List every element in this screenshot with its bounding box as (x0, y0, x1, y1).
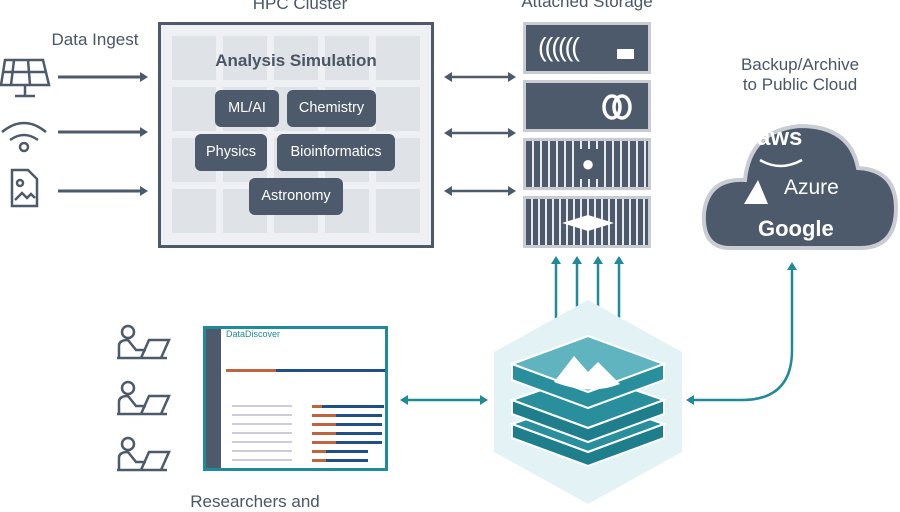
workload-physics: Physics (195, 134, 267, 171)
pure-logo-icon: ● (574, 149, 602, 179)
table-row-bar (312, 405, 384, 408)
workload-chemistry: Chemistry (287, 90, 376, 127)
data-ingest-label: Data Ingest (51, 30, 139, 49)
grid-cell (172, 189, 216, 233)
grid-cell (172, 87, 216, 131)
grid-cell (376, 189, 420, 233)
backup-label: Backup/Archive to Public Cloud (720, 55, 880, 95)
table-row-bar (312, 450, 368, 453)
attached-storage-label: Attached Storage (521, 0, 653, 11)
storage-array-4 (523, 196, 651, 248)
researcher-icon (117, 380, 171, 416)
grid-cell (376, 87, 420, 131)
datadiscover-app-screenshot: DataDiscover (203, 326, 388, 471)
datadiscover-hub-logo (494, 300, 682, 504)
table-row (232, 414, 292, 416)
hpc-cluster-box: Analysis Simulation ML/AI Chemistry Phys… (158, 22, 434, 248)
table-row (232, 459, 292, 461)
hpc-title: Analysis Simulation (215, 51, 377, 70)
workload-ml-ai: ML/AI (215, 90, 279, 127)
app-sidebar (206, 329, 221, 468)
google-logo: Google (758, 216, 834, 241)
table-row-bar (312, 441, 383, 444)
table-row-bar (312, 432, 383, 435)
hpc-storage-arrows (444, 72, 516, 196)
storage-array-1: (((((( (523, 22, 651, 74)
table-row-bar (312, 423, 383, 426)
hpc-cluster-label: HPC Cluster (252, 0, 348, 13)
storage-array-3: ● (523, 138, 651, 190)
image-file-icon (10, 168, 39, 208)
rings-logo-icon (602, 94, 632, 120)
ingest-arrows (58, 75, 143, 193)
aws-logo: aws (757, 124, 803, 151)
table-row-bar (312, 459, 368, 462)
workload-bioinformatics: Bioinformatics (277, 134, 395, 171)
table-row (232, 450, 292, 452)
ingest-icons (0, 58, 148, 208)
azure-logo: Azure (784, 176, 839, 199)
wireless-icon (1, 121, 47, 153)
backup-line2: to Public Cloud (742, 75, 858, 94)
backup-line1: Backup/Archive (740, 55, 860, 74)
table-row-bar (312, 414, 383, 417)
researcher-icons (117, 324, 171, 472)
storage-array-2 (523, 80, 651, 132)
researcher-icon (117, 324, 171, 360)
table-row (232, 468, 292, 470)
table-row (232, 405, 292, 407)
table-row-bar (312, 468, 334, 471)
app-title: DataDiscover (226, 329, 281, 339)
table-row (232, 432, 292, 434)
table-row (232, 441, 292, 443)
solar-panel-icon (0, 58, 51, 98)
diamond-logo-icon (562, 215, 614, 231)
workload-astronomy: Astronomy (249, 178, 343, 215)
researcher-icon (117, 436, 171, 472)
table-row (232, 423, 292, 425)
